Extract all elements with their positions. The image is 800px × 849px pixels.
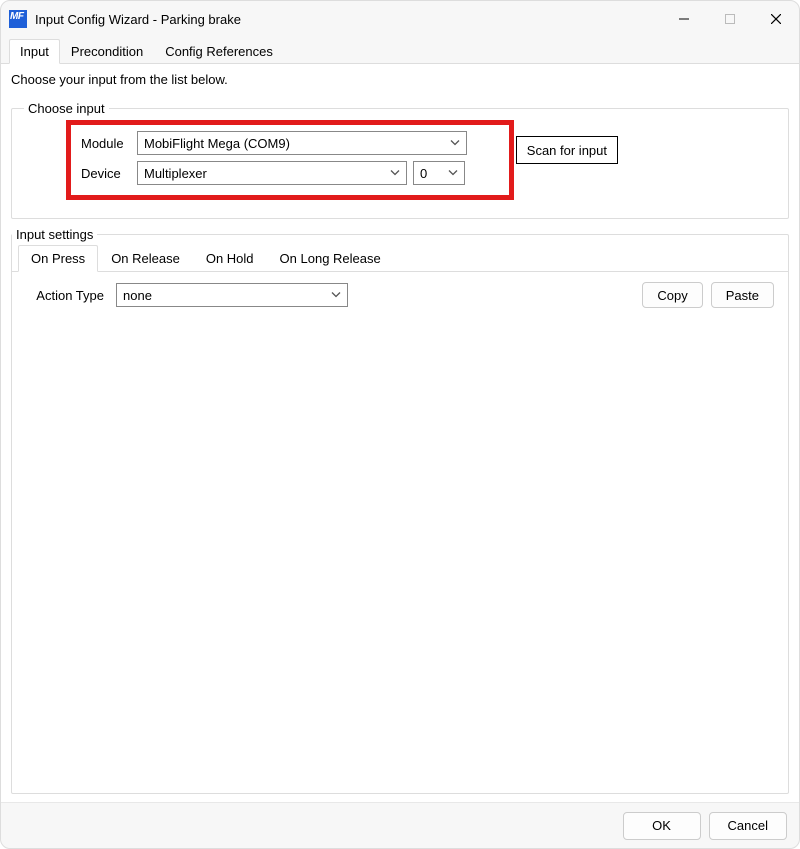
window-title: Input Config Wizard - Parking brake <box>35 12 241 27</box>
copy-label: Copy <box>657 288 687 303</box>
instruction-text: Choose your input from the list below. <box>11 72 789 87</box>
app-icon <box>9 10 27 28</box>
tab-on-long-release[interactable]: On Long Release <box>267 245 394 272</box>
action-row: Action Type none Copy Paste <box>12 272 788 318</box>
pin-value: 0 <box>420 166 427 181</box>
input-settings-legend: Input settings <box>12 227 97 242</box>
main-tabbar: Input Precondition Config References <box>1 39 799 64</box>
ok-button[interactable]: OK <box>623 812 701 840</box>
input-settings-tabbar: On Press On Release On Hold On Long Rele… <box>12 244 788 272</box>
titlebar: Input Config Wizard - Parking brake <box>1 1 799 37</box>
choose-input-legend: Choose input <box>24 101 109 116</box>
paste-button[interactable]: Paste <box>711 282 774 308</box>
paste-label: Paste <box>726 288 759 303</box>
content-area: Choose your input from the list below. C… <box>1 64 799 802</box>
window-minimize-button[interactable] <box>661 1 707 37</box>
module-value: MobiFlight Mega (COM9) <box>144 136 290 151</box>
cancel-label: Cancel <box>728 818 768 833</box>
minimize-icon <box>679 14 689 24</box>
window-maximize-button[interactable] <box>707 1 753 37</box>
chevron-down-icon <box>448 166 458 181</box>
dialog-footer: OK Cancel <box>1 802 799 848</box>
scan-for-input-button[interactable]: Scan for input <box>516 136 618 164</box>
action-type-label: Action Type <box>26 288 116 303</box>
chevron-down-icon <box>450 136 460 151</box>
window-close-button[interactable] <box>753 1 799 37</box>
choose-input-group: Choose input Module MobiFlight Mega (COM… <box>11 101 789 219</box>
tab-on-release[interactable]: On Release <box>98 245 193 272</box>
cancel-button[interactable]: Cancel <box>709 812 787 840</box>
copy-button[interactable]: Copy <box>642 282 702 308</box>
maximize-icon <box>725 14 735 24</box>
action-type-combobox[interactable]: none <box>116 283 348 307</box>
chevron-down-icon <box>390 166 400 181</box>
highlight-box: Module MobiFlight Mega (COM9) Device Mul… <box>66 120 514 200</box>
device-combobox[interactable]: Multiplexer <box>137 161 407 185</box>
action-type-value: none <box>123 288 152 303</box>
tab-precondition[interactable]: Precondition <box>60 39 154 64</box>
tab-config-references[interactable]: Config References <box>154 39 284 64</box>
ok-label: OK <box>652 818 671 833</box>
input-config-wizard-window: Input Config Wizard - Parking brake Inpu… <box>0 0 800 849</box>
tab-on-press[interactable]: On Press <box>18 245 98 272</box>
module-combobox[interactable]: MobiFlight Mega (COM9) <box>137 131 467 155</box>
device-value: Multiplexer <box>144 166 207 181</box>
close-icon <box>771 14 781 24</box>
module-label: Module <box>81 136 137 151</box>
scan-label: Scan for input <box>527 143 607 158</box>
device-label: Device <box>81 166 137 181</box>
tab-input[interactable]: Input <box>9 39 60 64</box>
tab-on-hold[interactable]: On Hold <box>193 245 267 272</box>
pin-combobox[interactable]: 0 <box>413 161 465 185</box>
chevron-down-icon <box>331 288 341 303</box>
input-settings-group: Input settings On Press On Release On Ho… <box>11 227 789 794</box>
